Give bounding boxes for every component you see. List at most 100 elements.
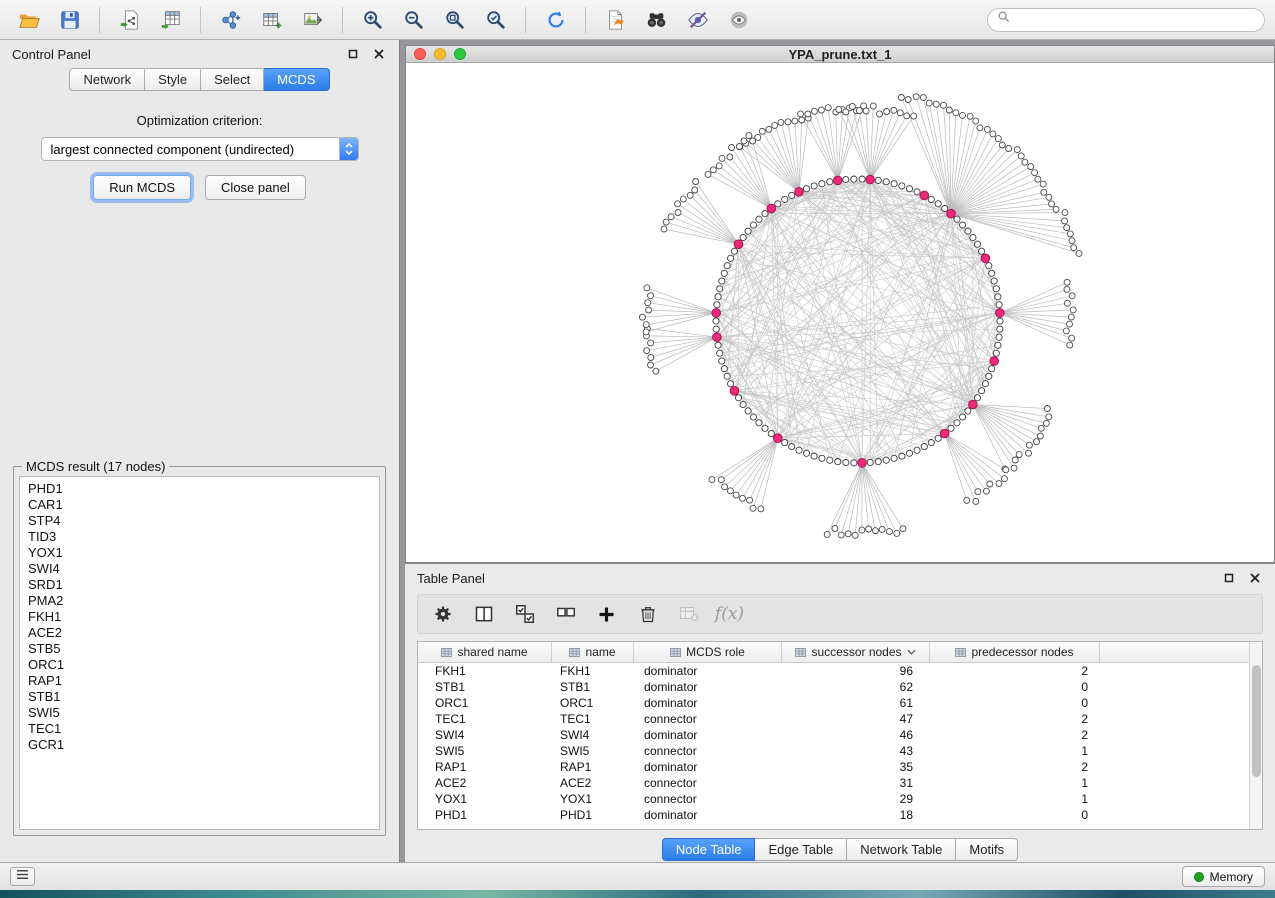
table-toolbar-buttons: f(x): [417, 594, 1263, 634]
cell-name: SWI4: [552, 728, 634, 742]
new-table-button[interactable]: [253, 4, 290, 36]
column-header-MCDS-role[interactable]: MCDS role: [634, 642, 782, 662]
gear-button[interactable]: [426, 598, 459, 630]
close-panel-button[interactable]: [371, 46, 387, 62]
table-scrollbar[interactable]: [1249, 642, 1262, 829]
tab-network-table[interactable]: Network Table: [847, 838, 956, 861]
mcds-result-item[interactable]: STB1: [20, 689, 379, 705]
tab-style[interactable]: Style: [145, 68, 201, 91]
network-canvas[interactable]: [406, 63, 1274, 562]
mcds-result-item[interactable]: RAP1: [20, 673, 379, 689]
mcds-result-item[interactable]: ACE2: [20, 625, 379, 641]
table-row[interactable]: ORC1ORC1dominator610: [418, 695, 1262, 711]
style-preview-button[interactable]: [679, 4, 716, 36]
column-header-successor-nodes[interactable]: successor nodes: [782, 642, 930, 662]
table-row[interactable]: STB1STB1dominator620: [418, 679, 1262, 695]
column-header-predecessor-nodes[interactable]: predecessor nodes: [930, 642, 1100, 662]
export-image-icon: [302, 9, 324, 31]
tab-node-table[interactable]: Node Table: [662, 838, 756, 861]
close-window-button[interactable]: [414, 48, 426, 60]
zoom-out-button[interactable]: [395, 4, 432, 36]
table-row[interactable]: FKH1FKH1dominator962: [418, 663, 1262, 679]
tab-network[interactable]: Network: [69, 68, 145, 91]
mcds-result-item[interactable]: SWI4: [20, 561, 379, 577]
delete-row-button[interactable]: [631, 598, 664, 630]
toolbar-separator: [585, 7, 586, 33]
zoom-fit-icon: [444, 9, 466, 31]
save-button[interactable]: [51, 4, 88, 36]
select-all-button[interactable]: [508, 598, 541, 630]
network-window-titlebar[interactable]: YPA_prune.txt_1: [406, 46, 1274, 63]
tab-mcds[interactable]: MCDS: [264, 68, 329, 91]
minimize-window-button[interactable]: [434, 48, 446, 60]
table-row[interactable]: SWI5SWI5connector431: [418, 743, 1262, 759]
float-panel-button[interactable]: [345, 46, 361, 62]
mcds-result-item[interactable]: SRD1: [20, 577, 379, 593]
mcds-result-item[interactable]: GCR1: [20, 737, 379, 753]
columns-button[interactable]: [467, 598, 500, 630]
mcds-result-item[interactable]: PMA2: [20, 593, 379, 609]
float-icon: [1224, 571, 1234, 586]
mcds-result-item[interactable]: FKH1: [20, 609, 379, 625]
table-row[interactable]: RAP1RAP1dominator352: [418, 759, 1262, 775]
mcds-result-item[interactable]: YOX1: [20, 545, 379, 561]
mcds-result-item[interactable]: SWI5: [20, 705, 379, 721]
table-row[interactable]: ACE2ACE2connector311: [418, 775, 1262, 791]
grid-icon: [955, 648, 966, 657]
column-label: predecessor nodes: [971, 645, 1073, 659]
mcds-result-list[interactable]: PHD1CAR1STP4TID3YOX1SWI4SRD1PMA2FKH1ACE2…: [19, 476, 380, 830]
optimization-criterion-label: Optimization criterion:: [0, 113, 399, 128]
mcds-result-item[interactable]: TID3: [20, 529, 379, 545]
tab-edge-table[interactable]: Edge Table: [755, 838, 847, 861]
new-network-button[interactable]: [212, 4, 249, 36]
new-table-icon: [261, 9, 283, 31]
grid-icon: [569, 648, 580, 657]
mcds-result-item[interactable]: CAR1: [20, 497, 379, 513]
search-icon: [997, 10, 1011, 29]
add-row-button[interactable]: [590, 598, 623, 630]
maximize-window-button[interactable]: [454, 48, 466, 60]
mcds-result-item[interactable]: ORC1: [20, 657, 379, 673]
zoom-in-icon: [362, 9, 384, 31]
style-preview-icon: [687, 9, 709, 31]
import-network-button[interactable]: [111, 4, 148, 36]
mcds-result-item[interactable]: STB5: [20, 641, 379, 657]
mcds-result-item[interactable]: TEC1: [20, 721, 379, 737]
zoom-selected-button[interactable]: [477, 4, 514, 36]
search-input[interactable]: [1016, 13, 1255, 27]
cell-predecessor-nodes: 2: [930, 760, 1100, 774]
share-document-button[interactable]: [597, 4, 634, 36]
column-header-name[interactable]: name: [552, 642, 634, 662]
refresh-network-button[interactable]: [537, 4, 574, 36]
close-table-panel-button[interactable]: [1247, 570, 1263, 586]
table-row[interactable]: YOX1YOX1connector291: [418, 791, 1262, 807]
delete-row-icon: [638, 604, 658, 624]
tab-motifs[interactable]: Motifs: [956, 838, 1018, 861]
tab-select[interactable]: Select: [201, 68, 264, 91]
show-hide-button[interactable]: [720, 4, 757, 36]
deselect-all-button[interactable]: [549, 598, 582, 630]
run-mcds-button[interactable]: Run MCDS: [93, 175, 191, 200]
close-panel-button-mcds[interactable]: Close panel: [205, 175, 306, 200]
search-box[interactable]: [987, 8, 1265, 32]
export-image-button[interactable]: [294, 4, 331, 36]
table-row[interactable]: SWI4SWI4dominator462: [418, 727, 1262, 743]
mcds-result-item[interactable]: STP4: [20, 513, 379, 529]
scrollbar-thumb[interactable]: [1252, 665, 1261, 777]
toolbar-separator: [200, 7, 201, 33]
open-file-button[interactable]: [10, 4, 47, 36]
table-row[interactable]: PHD1PHD1dominator180: [418, 807, 1262, 823]
table-row[interactable]: TEC1TEC1connector472: [418, 711, 1262, 727]
find-button[interactable]: [638, 4, 675, 36]
zoom-in-button[interactable]: [354, 4, 391, 36]
mcds-result-item[interactable]: PHD1: [20, 481, 379, 497]
optimization-criterion-select[interactable]: largest connected component (undirected): [41, 137, 359, 161]
column-label: shared name: [457, 645, 527, 659]
import-table-button[interactable]: [152, 4, 189, 36]
status-menu-button[interactable]: [10, 867, 35, 886]
column-header-shared-name[interactable]: shared name: [418, 642, 552, 662]
grid-icon: [441, 648, 452, 657]
float-table-panel-button[interactable]: [1221, 570, 1237, 586]
zoom-fit-button[interactable]: [436, 4, 473, 36]
memory-button[interactable]: Memory: [1182, 866, 1265, 887]
